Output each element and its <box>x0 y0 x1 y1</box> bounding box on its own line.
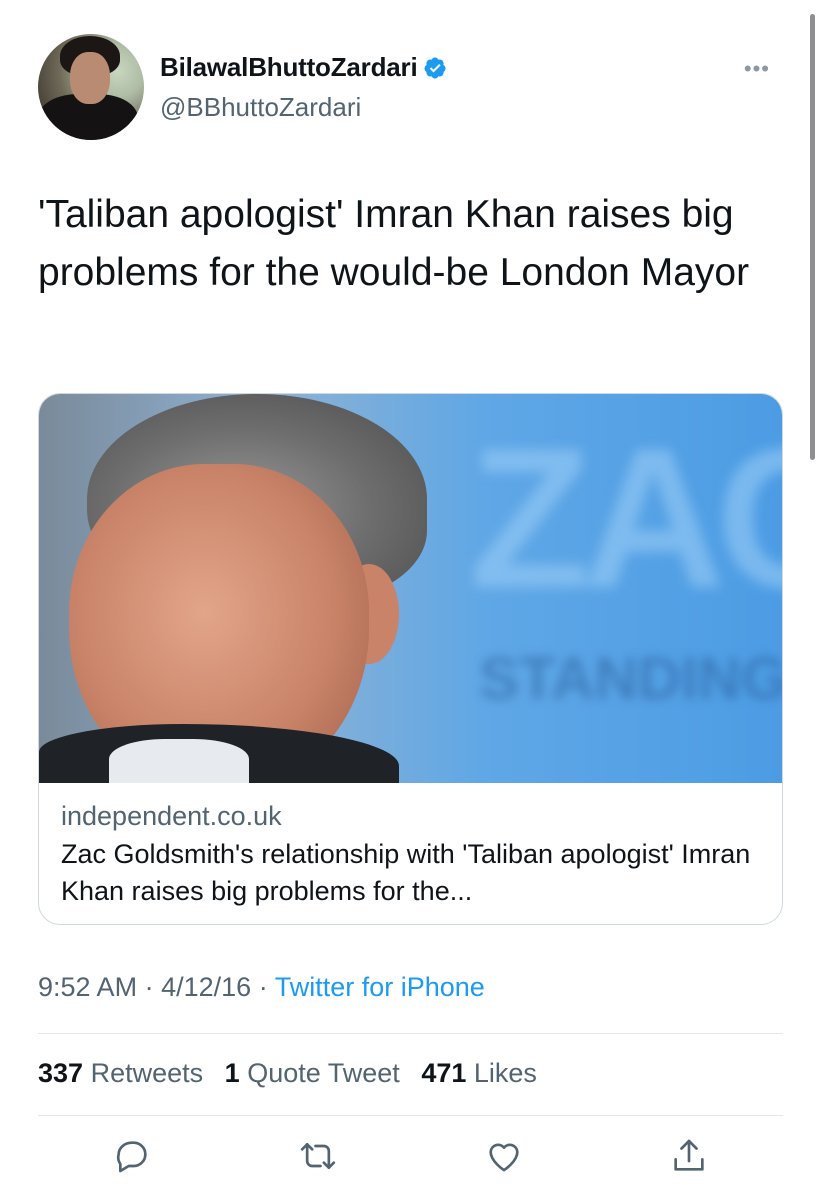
tweet-actions <box>38 1136 783 1180</box>
tweet-timestamp: 9:52 AM · 4/12/16 · Twitter for iPhone <box>38 972 485 1003</box>
quotes-count: 1 <box>224 1058 240 1088</box>
card-domain: independent.co.uk <box>61 801 282 831</box>
quotes-label: Quote Tweet <box>247 1058 400 1088</box>
author-name-row[interactable]: BilawalBhuttoZardari <box>160 52 447 83</box>
card-image[interactable]: ZAC STANDING <box>39 394 783 783</box>
tweet-text: 'Taliban apologist' Imran Khan raises bi… <box>38 193 750 294</box>
like-icon[interactable] <box>484 1136 524 1176</box>
divider <box>38 1115 783 1116</box>
handle[interactable]: @BBhuttoZardari <box>160 92 361 123</box>
retweet-icon[interactable] <box>298 1136 338 1176</box>
divider <box>38 1033 783 1034</box>
retweets-stat[interactable]: 337 Retweets <box>38 1058 203 1088</box>
verified-badge-icon <box>424 57 446 78</box>
display-name[interactable]: BilawalBhuttoZardari <box>160 52 418 83</box>
more-horizontal-icon[interactable]: ••• <box>744 56 770 82</box>
share-icon[interactable] <box>669 1136 709 1176</box>
tweet-source-link[interactable]: Twitter for iPhone <box>275 972 485 1002</box>
card-image-bg-text: ZAC <box>469 407 782 630</box>
scrollbar[interactable] <box>810 14 815 460</box>
card-title: Zac Goldsmith's relationship with 'Talib… <box>61 839 751 906</box>
tweet-header: BilawalBhuttoZardari @BBhuttoZardari ••• <box>38 34 780 142</box>
avatar[interactable] <box>38 34 144 140</box>
quotes-stat[interactable]: 1 Quote Tweet <box>225 1058 400 1088</box>
meta-separator: · <box>144 972 154 1002</box>
likes-count: 471 <box>421 1058 467 1088</box>
tweet-stats: 337 Retweets 1 Quote Tweet 471 Likes <box>38 1058 537 1089</box>
reply-icon[interactable] <box>112 1136 152 1176</box>
retweets-count: 337 <box>38 1058 84 1088</box>
likes-label: Likes <box>473 1058 537 1088</box>
link-card[interactable]: ZAC STANDING independent.co.uk Zac Golds… <box>38 393 783 925</box>
meta-separator: · <box>258 972 268 1002</box>
retweets-label: Retweets <box>90 1058 204 1088</box>
tweet-time[interactable]: 9:52 AM <box>38 972 137 1002</box>
card-image-bg-subtext: STANDING <box>479 645 783 712</box>
card-meta[interactable]: independent.co.uk Zac Goldsmith's relati… <box>61 798 761 910</box>
tweet-date[interactable]: 4/12/16 <box>161 972 251 1002</box>
likes-stat[interactable]: 471 Likes <box>421 1058 537 1088</box>
